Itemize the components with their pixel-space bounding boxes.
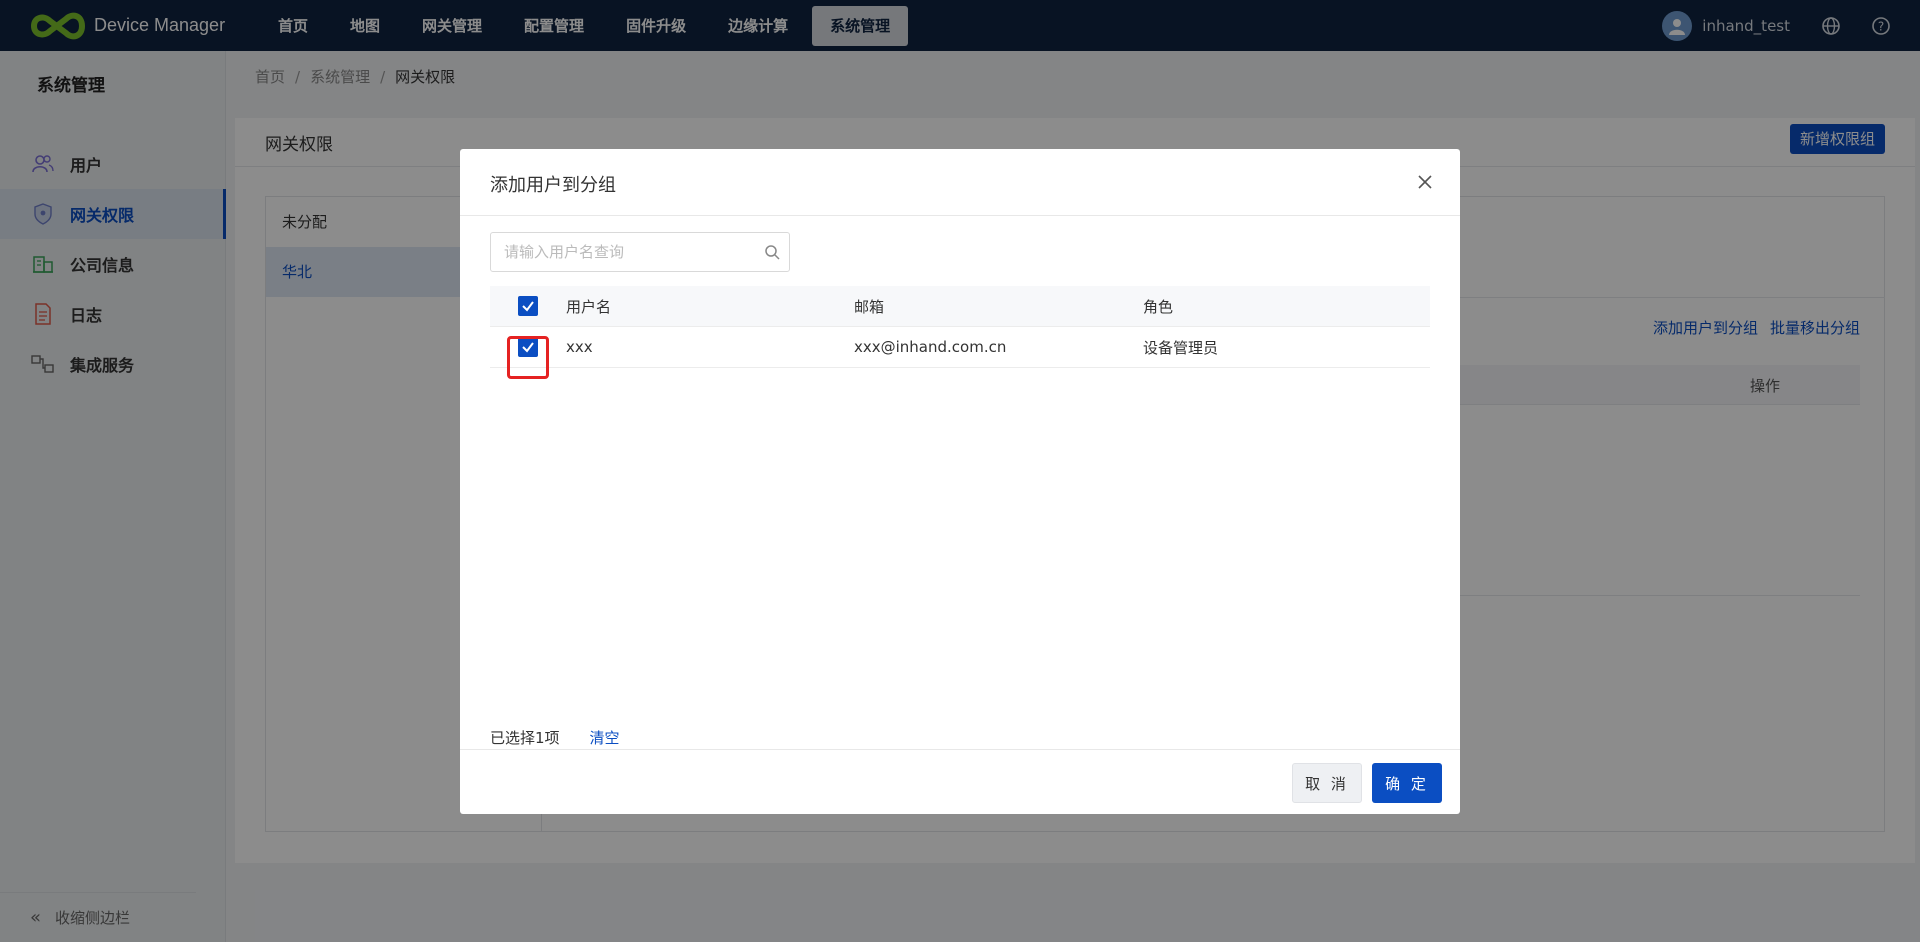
username-column-header: 用户名	[566, 297, 612, 316]
search-icon[interactable]	[755, 244, 789, 260]
cancel-button[interactable]: 取 消	[1292, 763, 1362, 803]
search-input[interactable]	[491, 234, 755, 270]
row-username: xxx	[566, 338, 593, 356]
modal-title: 添加用户到分组	[490, 175, 616, 196]
add-user-modal: 添加用户到分组 用户名 邮箱 角色 x	[460, 149, 1460, 814]
select-all-cell	[490, 296, 566, 316]
divider	[460, 749, 1460, 750]
table-header: 用户名 邮箱 角色	[490, 286, 1430, 327]
confirm-button[interactable]: 确 定	[1372, 763, 1442, 803]
user-table: 用户名 邮箱 角色 xxx xxx@inhand.com.cn 设备管理员	[490, 286, 1430, 379]
close-icon[interactable]	[1412, 169, 1438, 195]
selected-count: 已选择1项	[490, 729, 560, 747]
divider	[460, 215, 1460, 216]
table-row[interactable]: xxx xxx@inhand.com.cn 设备管理员	[490, 327, 1430, 379]
row-role: 设备管理员	[1143, 338, 1219, 357]
row-email: xxx@inhand.com.cn	[854, 338, 1007, 356]
email-column-header: 邮箱	[854, 297, 885, 316]
select-all-checkbox[interactable]	[518, 296, 538, 316]
clear-selection-link[interactable]: 清空	[590, 727, 620, 748]
search-box	[490, 232, 790, 272]
highlight-box	[507, 336, 549, 379]
selection-info: 已选择1项 清空	[490, 727, 620, 748]
role-column-header: 角色	[1143, 297, 1174, 316]
row-checkbox-cell	[490, 336, 566, 379]
